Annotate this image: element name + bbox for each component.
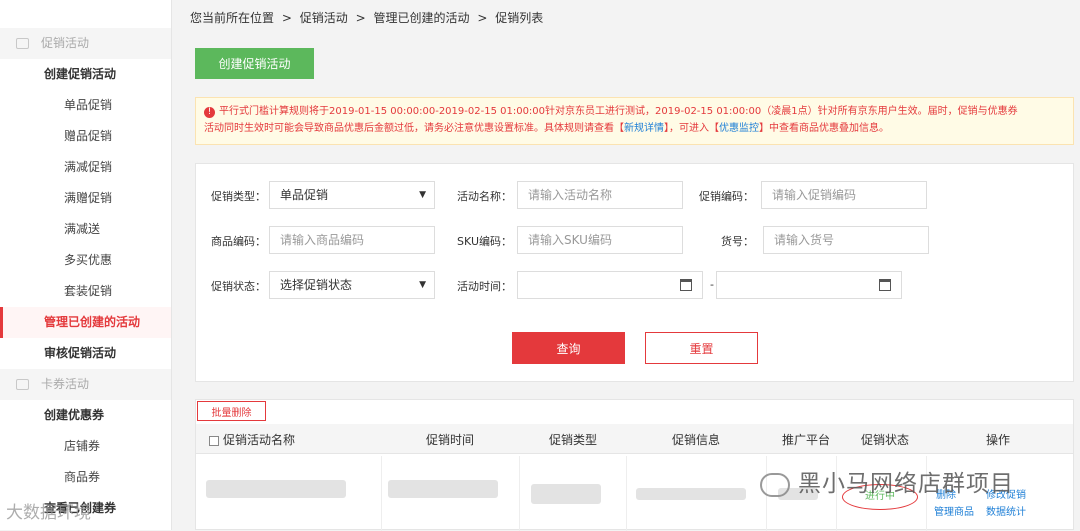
header-time: 促销时间 [426, 433, 475, 447]
calendar-icon[interactable] [680, 279, 692, 291]
sku-input[interactable]: 请输入SKU编码 [517, 226, 683, 254]
notice-line1: ! 平行式门槛计算规则将于2019-01-15 00:00:00-2019-02-… [204, 103, 1065, 120]
column-divider [626, 456, 627, 531]
header-platform: 推广平台 [782, 433, 831, 447]
breadcrumb: 您当前所在位置 > 促销活动 > 管理已创建的活动 > 促销列表 [190, 9, 547, 26]
warning-icon: ! [204, 107, 215, 118]
header-type: 促销类型 [549, 433, 598, 447]
redacted-time [388, 480, 498, 498]
notice-text: 】，可进入【 [664, 123, 719, 134]
activity-name-label: 活动名称： [457, 190, 512, 203]
start-date-input[interactable] [517, 271, 703, 299]
item-no-label: 货号： [721, 235, 754, 248]
manage-products-link[interactable]: 管理商品 [934, 503, 974, 518]
breadcrumb-sep: > [281, 11, 292, 25]
breadcrumb-sep: > [477, 11, 488, 25]
sidebar-group-coupon: 卡券活动 [0, 369, 171, 400]
header-label: 促销活动名称 [223, 433, 296, 447]
wechat-icon [760, 472, 790, 497]
sidebar-group-promotion: 促销活动 [0, 28, 171, 59]
header-ops: 操作 [986, 433, 1011, 447]
coupon-icon [16, 379, 29, 390]
discount-monitor-link[interactable]: 优惠监控 [719, 123, 759, 134]
product-code-label: 商品编码： [211, 235, 266, 248]
redacted-type [531, 484, 601, 504]
sidebar-item-gift[interactable]: 赠品促销 [0, 121, 171, 152]
notice-line2: 活动同时生效时可能会导致商品优惠后金额过低，请务必注意优惠设置标准。具体规则请查… [204, 120, 1065, 137]
data-stats-link[interactable]: 数据统计 [986, 503, 1026, 518]
sidebar-item-full-reduce-send[interactable]: 满减送 [0, 214, 171, 245]
notice-banner: ! 平行式门槛计算规则将于2019-01-15 00:00:00-2019-02-… [195, 97, 1074, 145]
status-value: 选择促销状态 [280, 278, 353, 292]
calendar-icon[interactable] [879, 279, 891, 291]
sidebar-item-bundle[interactable]: 套装促销 [0, 276, 171, 307]
column-divider [519, 456, 520, 531]
batch-delete-button[interactable]: 批量删除 [197, 401, 266, 421]
sidebar-item-review[interactable]: 审核促销活动 [0, 338, 171, 369]
redacted-info [636, 488, 746, 500]
item-no-input[interactable]: 请输入货号 [763, 226, 929, 254]
sidebar: 促销活动 创建促销活动 单品促销 赠品促销 满减促销 满赠促销 满减送 多买优惠… [0, 0, 172, 530]
header-name: 促销活动名称 [209, 431, 295, 448]
create-promotion-button[interactable]: 创建促销活动 [195, 48, 314, 79]
sku-label: SKU编码： [457, 235, 512, 248]
sidebar-item-single[interactable]: 单品促销 [0, 90, 171, 121]
end-date-input[interactable] [716, 271, 902, 299]
time-label: 活动时间： [457, 280, 512, 293]
sidebar-item-create-coupon[interactable]: 创建优惠券 [0, 400, 171, 431]
status-select[interactable]: 选择促销状态 ▼ [269, 271, 435, 299]
column-divider [381, 456, 382, 531]
caret-down-icon: ▼ [419, 280, 426, 290]
gift-icon [16, 38, 29, 49]
redacted-name [206, 480, 346, 498]
sidebar-item-product-coupon[interactable]: 商品券 [0, 462, 171, 493]
breadcrumb-item[interactable]: 促销活动 [300, 11, 348, 25]
status-label: 促销状态： [211, 280, 266, 293]
notice-text: 活动同时生效时可能会导致商品优惠后金额过低，请务必注意优惠设置标准。具体规则请查… [204, 123, 624, 134]
watermark-corner: 大数据环境 [6, 503, 91, 523]
breadcrumb-sep: > [355, 11, 366, 25]
watermark-text: 黑小马网络店群项目 [798, 471, 1014, 497]
sidebar-group-label: 促销活动 [41, 36, 90, 50]
breadcrumb-item[interactable]: 管理已创建的活动 [373, 11, 469, 25]
sidebar-item-full-reduce[interactable]: 满减促销 [0, 152, 171, 183]
date-separator: - [710, 278, 714, 291]
promo-code-label: 促销编码： [699, 190, 754, 203]
activity-name-input[interactable]: 请输入活动名称 [517, 181, 683, 209]
sidebar-group-label: 卡券活动 [41, 377, 90, 391]
caret-down-icon: ▼ [419, 190, 426, 200]
sidebar-item-create-promotion[interactable]: 创建促销活动 [0, 59, 171, 90]
notice-text: 平行式门槛计算规则将于2019-01-15 00:00:00-2019-02-1… [219, 106, 1018, 117]
filter-panel: 促销类型： 单品促销 ▼ 活动名称： 请输入活动名称 促销编码： 请输入促销编码 … [195, 163, 1074, 382]
promo-type-label: 促销类型： [211, 190, 266, 203]
breadcrumb-item: 促销列表 [495, 11, 544, 25]
query-button[interactable]: 查询 [512, 332, 625, 364]
sidebar-item-multi-buy[interactable]: 多买优惠 [0, 245, 171, 276]
header-status: 促销状态 [861, 433, 910, 447]
notice-text: 】中查看商品优惠叠加信息。 [759, 123, 889, 134]
promo-type-value: 单品促销 [280, 188, 329, 202]
promo-type-select[interactable]: 单品促销 ▼ [269, 181, 435, 209]
breadcrumb-item: 您当前所在位置 [190, 11, 275, 25]
promo-code-input[interactable]: 请输入促销编码 [761, 181, 927, 209]
sidebar-item-manage-activities[interactable]: 管理已创建的活动 [0, 307, 171, 338]
table-header: 促销活动名称 促销时间 促销类型 促销信息 推广平台 促销状态 操作 [196, 424, 1073, 454]
product-code-input[interactable]: 请输入商品编码 [269, 226, 435, 254]
sidebar-item-full-gift[interactable]: 满赠促销 [0, 183, 171, 214]
header-info: 促销信息 [672, 433, 721, 447]
reset-button[interactable]: 重置 [645, 332, 758, 364]
new-rules-link[interactable]: 新规详情 [624, 123, 664, 134]
watermark: 黑小马网络店群项目 [760, 464, 1014, 498]
select-all-checkbox[interactable] [209, 435, 219, 446]
sidebar-item-shop-coupon[interactable]: 店铺券 [0, 431, 171, 462]
